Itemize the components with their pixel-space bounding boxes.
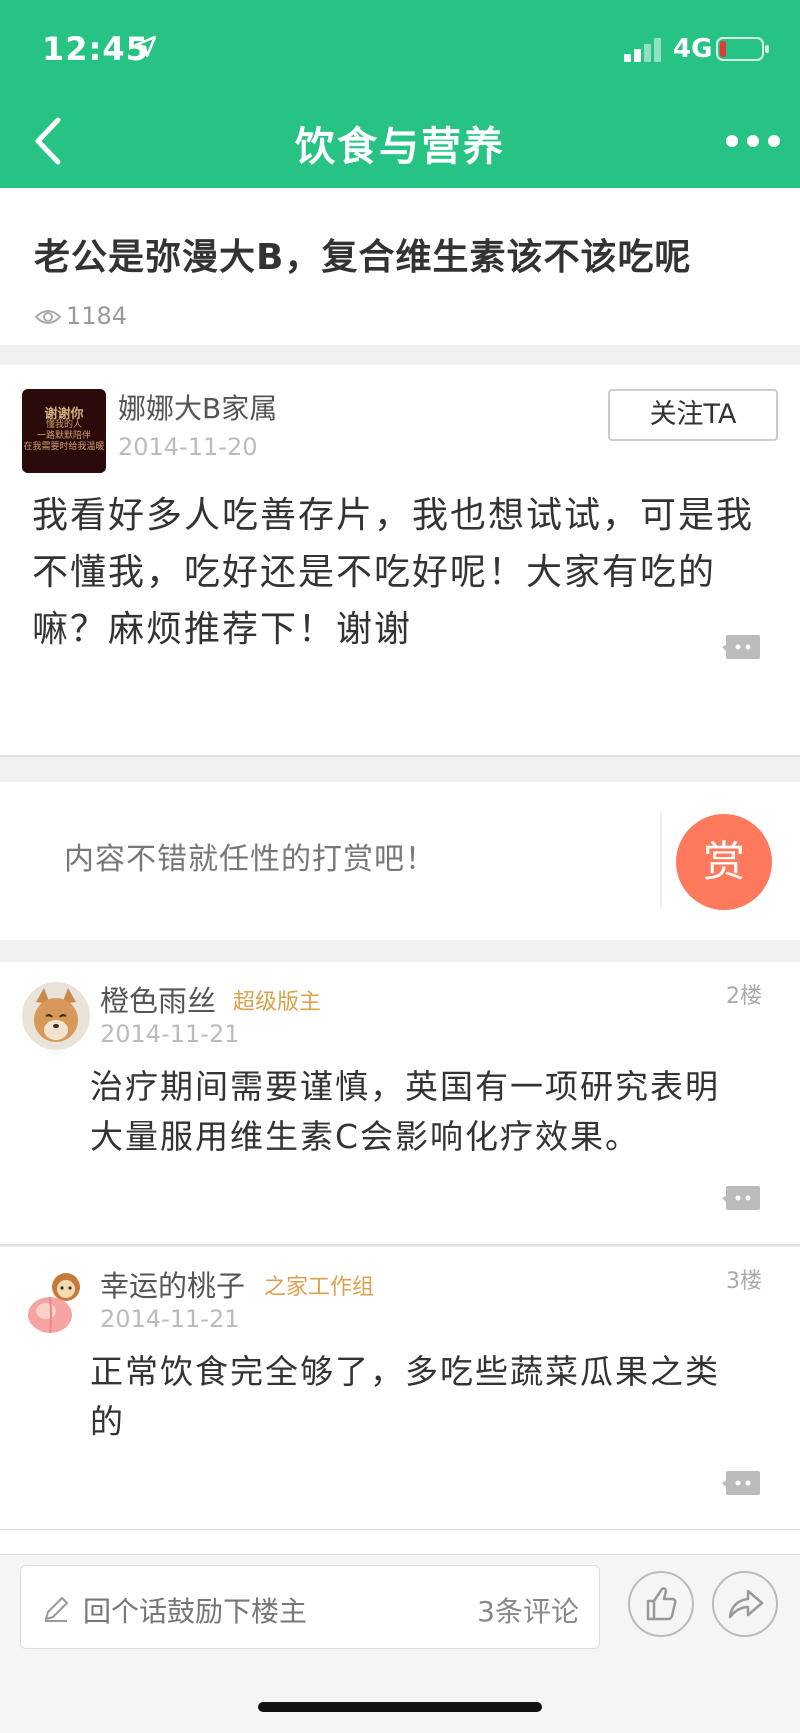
comment-placeholder: 回个话鼓励下楼主	[83, 1595, 308, 1628]
reply-date: 2014-11-21	[100, 1020, 240, 1048]
reply-content: 正常饮食完全够了，多吃些蔬菜瓜果之类的	[90, 1352, 720, 1441]
floor-number: 3楼	[726, 1269, 762, 1294]
post-date: 2014-11-20	[118, 433, 258, 461]
avatar[interactable]: 谢谢你 懂我的人 一路默默陪伴 在我需要时给我温暖	[22, 389, 106, 473]
list-item-partial	[0, 1530, 800, 1556]
comment-count[interactable]: 3条评论	[477, 1590, 579, 1630]
divider	[660, 812, 662, 908]
like-button[interactable]	[628, 1571, 694, 1637]
battery-low-icon	[716, 37, 769, 61]
comment-bubble-icon[interactable]	[722, 1184, 762, 1214]
reply-item: 橙色雨丝 超级版主 2楼 2014-11-21 治疗期间需要谨慎，英国有一项研究…	[0, 962, 800, 1246]
page-title: 饮食与营养	[295, 124, 505, 170]
status-bar: 12:45 4G	[0, 0, 800, 100]
role-badge: 超级版主	[233, 990, 322, 1015]
thumbs-up-icon	[646, 1587, 677, 1621]
reply-author-name[interactable]: 橙色雨丝	[100, 978, 216, 1020]
comment-bubble-icon[interactable]	[722, 633, 762, 663]
post-content: 我看好多人吃善存片，我也想试试，可是我不懂我，吃好还是不吃好呢！大家有吃的嘛？麻…	[32, 495, 755, 650]
eye-icon	[34, 310, 62, 324]
reply-content: 治疗期间需要谨慎，英国有一项研究表明大量服用维生素C会影响化疗效果。	[90, 1067, 720, 1156]
tip-prompt: 内容不错就任性的打赏吧！	[64, 842, 436, 877]
avatar-text-line3: 一路默默陪伴	[36, 431, 91, 441]
author-name[interactable]: 娜娜大B家属	[118, 387, 277, 427]
share-button[interactable]	[712, 1571, 778, 1637]
avatar-text-line2: 懂我的人	[45, 420, 82, 430]
reply-item: 幸运的桃子 之家工作组 3楼 2014-11-21 正常饮食完全够了，多吃些蔬菜…	[0, 1247, 800, 1531]
app-header: 12:45 4G 饮食与营养	[0, 0, 800, 188]
share-arrow-icon	[728, 1589, 764, 1619]
post-title: 老公是弥漫大B，复合维生素该不该吃呢	[34, 237, 692, 278]
avatar[interactable]	[22, 982, 90, 1050]
shiba-dog-icon	[22, 982, 90, 1050]
home-indicator	[258, 1702, 542, 1712]
avatar-text-line1: 谢谢你	[44, 407, 84, 422]
reply-date: 2014-11-21	[100, 1305, 240, 1333]
tip-section: 内容不错就任性的打赏吧！ 赏	[0, 782, 800, 940]
pencil-icon	[45, 1597, 68, 1622]
location-arrow-icon	[134, 35, 157, 58]
comment-input[interactable]: 回个话鼓励下楼主 3条评论	[20, 1565, 600, 1649]
role-badge: 之家工作组	[264, 1275, 375, 1300]
cellular-signal-icon	[624, 38, 661, 62]
floor-number: 2楼	[726, 984, 762, 1009]
network-type: 4G	[673, 34, 713, 64]
follow-button[interactable]: 关注TA	[608, 389, 778, 441]
post-title-card: 老公是弥漫大B，复合维生素该不该吃呢 1184	[0, 188, 800, 345]
peach-monkey-icon	[22, 1267, 90, 1335]
avatar[interactable]	[22, 1267, 90, 1335]
view-count: 1184	[66, 302, 128, 330]
avatar-text-line4: 在我需要时给我温暖	[23, 442, 105, 452]
comment-bubble-icon[interactable]	[722, 1469, 762, 1499]
tip-button[interactable]: 赏	[676, 814, 772, 910]
more-options-icon[interactable]	[724, 126, 782, 156]
original-post: 谢谢你 懂我的人 一路默默陪伴 在我需要时给我温暖 娜娜大B家属 2014-11…	[0, 365, 800, 757]
reply-author-name[interactable]: 幸运的桃子	[100, 1263, 245, 1305]
